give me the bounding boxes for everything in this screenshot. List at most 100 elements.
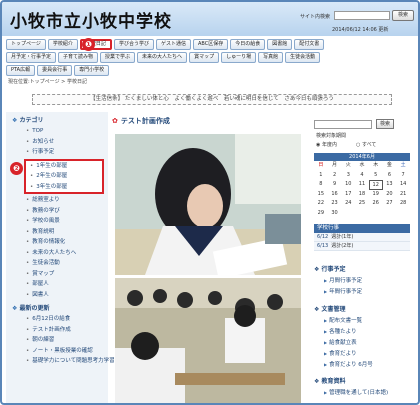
calendar-day[interactable]: 24 — [341, 199, 355, 209]
calendar-day[interactable]: 15 — [314, 190, 328, 200]
site-search-input[interactable] — [334, 11, 390, 20]
sidebar-link[interactable]: 教育の情報化 — [26, 237, 108, 248]
recent-link[interactable]: 6月12日の給食 — [26, 314, 108, 325]
nav-tab-learning[interactable]: 学び合う学び — [113, 39, 154, 50]
sidebar-link-grade-2[interactable]: 2年生の部屋 — [30, 171, 100, 182]
sidebar-link-top[interactable]: TOP — [26, 126, 108, 137]
nav-tab-abc[interactable]: ABC区保存 — [192, 39, 229, 50]
docs-link[interactable]: 給食献立表 — [324, 338, 357, 346]
edu-heading: ❖ 教育資料 — [314, 378, 346, 385]
docs-link[interactable]: 食育だより 6月号 — [324, 360, 373, 368]
breadcrumb[interactable]: 現在位置:トップページ > 学校日記 — [8, 78, 87, 85]
calendar-day[interactable]: 27 — [383, 199, 397, 209]
docs-link[interactable]: 食育だより — [324, 349, 356, 357]
nav-tab-top[interactable]: トップページ — [6, 39, 46, 50]
post-title[interactable]: テスト計画作成 — [121, 117, 170, 125]
nav-tab-documents[interactable]: 配付文書 — [294, 39, 325, 50]
nav-tab-monthly[interactable]: 月予定・行事予定 — [6, 52, 57, 63]
calendar-day[interactable]: 4 — [355, 171, 369, 181]
nav-tab-committee[interactable]: 委員会行事 — [37, 65, 73, 76]
calendar-day[interactable]: 3 — [341, 171, 355, 181]
sidebar-link[interactable]: 未来の大人たちへ — [26, 248, 108, 259]
diary-search-button[interactable]: 検索 — [376, 119, 394, 129]
calendar-day[interactable]: 8 — [314, 180, 328, 190]
nav-tab-student-council[interactable]: 生徒会活動 — [285, 52, 321, 63]
schedule-heading: ❖ 行事予定 — [314, 266, 346, 273]
event-date: 6/13 — [317, 243, 329, 249]
nav-tab-school-intro[interactable]: 学校紹介 — [47, 39, 78, 50]
calendar-day[interactable]: 26 — [369, 199, 383, 209]
sidebar-link-grade-1[interactable]: 1年生の部屋 — [30, 161, 100, 172]
site-title[interactable]: 小牧市立小牧中学校 — [10, 7, 172, 32]
recent-link[interactable]: テスト計画作成 — [26, 325, 108, 336]
docs-link[interactable]: 各種たより — [324, 327, 356, 335]
edu-link[interactable]: 管理職を通して(日本語) — [324, 388, 388, 396]
recent-link[interactable]: ノート・黒板授業の確認 — [26, 346, 108, 357]
sidebar-link[interactable]: 賞マップ — [26, 269, 108, 280]
schedule-link[interactable]: 年間行事予定 — [324, 287, 362, 295]
radio-year-label: 年度内 — [321, 142, 337, 148]
recent-link[interactable]: 朝の練習 — [26, 335, 108, 346]
calendar-day[interactable]: 13 — [383, 180, 397, 190]
calendar-day-today[interactable]: 12 — [368, 180, 383, 190]
docs-link[interactable]: 配布文書一覧 — [324, 316, 362, 324]
nav-row-3: PTA広報 委員会行事 専門小学校 — [6, 65, 416, 76]
calendar-day[interactable]: 28 — [396, 199, 410, 209]
nav-tab-elementary[interactable]: 専門小学校 — [74, 65, 110, 76]
flower-icon: ✿ — [112, 117, 118, 125]
calendar-day[interactable]: 23 — [328, 199, 342, 209]
event-row[interactable]: 6/13 週計(2年) — [314, 242, 410, 251]
calendar-day[interactable]: 18 — [355, 190, 369, 200]
weekday: 月 — [332, 162, 338, 168]
calendar-day[interactable]: 10 — [341, 180, 355, 190]
sidebar-link[interactable]: 総務室より — [26, 195, 108, 206]
sidebar-link[interactable]: 学校の風景 — [26, 216, 108, 227]
calendar-day[interactable]: 7 — [396, 171, 410, 181]
global-nav: トップページ 学校紹介 学校日記 学び合う学び ゲスト通信 ABC区保存 今日の… — [6, 39, 416, 78]
nav-tab-future[interactable]: 未来の大人たちへ — [137, 52, 188, 63]
calendar-day[interactable]: 1 — [314, 171, 328, 181]
calendar-day[interactable]: 14 — [396, 180, 410, 190]
nav-tab-pta[interactable]: PTA広報 — [6, 65, 36, 76]
calendar-day[interactable]: 17 — [341, 190, 355, 200]
sidebar-link[interactable]: 生徒会活動 — [26, 258, 108, 269]
calendar-day[interactable]: 6 — [383, 171, 397, 181]
nav-tab-map[interactable]: 賞マップ — [189, 52, 220, 63]
calendar-day[interactable]: 30 — [328, 209, 342, 219]
nav-tab-parenting[interactable]: 子育て読み物 — [58, 52, 99, 63]
page-frame: 小牧市立小牧中学校 サイト内検索 検索 2014/06/12 14:06 更新 … — [0, 0, 420, 405]
sidebar-link[interactable]: 教育説明 — [26, 227, 108, 238]
calendar-day[interactable]: 9 — [328, 180, 342, 190]
radio-year[interactable]: ◉ 年度内 — [316, 141, 337, 148]
nav-row-1: トップページ 学校紹介 学校日記 学び合う学び ゲスト通信 ABC区保存 今日の… — [6, 39, 416, 50]
calendar-day[interactable]: 22 — [314, 199, 328, 209]
schedule-link[interactable]: 月間行事予定 — [324, 276, 362, 284]
nav-tab-class[interactable]: 授業で学ぶ — [100, 52, 136, 63]
radio-all[interactable]: ○ すべて — [356, 141, 376, 148]
sidebar-link[interactable]: 図書人 — [26, 290, 108, 301]
calendar-day[interactable]: 20 — [383, 190, 397, 200]
sidebar-link-news[interactable]: お知らせ — [26, 137, 108, 148]
calendar-day[interactable]: 29 — [314, 209, 328, 219]
nav-tab-photos[interactable]: 写真館 — [258, 52, 284, 63]
calendar-day[interactable]: 5 — [369, 171, 383, 181]
recent-link[interactable]: 基礎学力について問題思考力学習を — [26, 356, 120, 367]
calendar-day[interactable]: 2 — [328, 171, 342, 181]
sidebar-link-grade-3[interactable]: 3年生の部屋 — [30, 182, 100, 193]
nav-tab-library[interactable]: 図書館 — [267, 39, 293, 50]
nav-tab-lunch[interactable]: 今日の給食 — [230, 39, 266, 50]
calendar-day[interactable]: 25 — [355, 199, 369, 209]
sidebar-link[interactable]: 部屋人 — [26, 279, 108, 290]
nav-tab-shuriba[interactable]: しゅーり場 — [221, 52, 257, 63]
edu-title: 教育資料 — [321, 378, 346, 385]
site-search-button[interactable]: 検索 — [392, 10, 414, 21]
sidebar-link-events[interactable]: 行事予定 — [26, 147, 108, 158]
diary-search-input[interactable] — [314, 120, 372, 129]
sidebar-link[interactable]: 教務の学び — [26, 206, 108, 217]
calendar-day[interactable]: 21 — [396, 190, 410, 200]
calendar-day[interactable]: 16 — [328, 190, 342, 200]
event-row[interactable]: 6/12 週計(1年) — [314, 233, 410, 242]
nav-tab-guest[interactable]: ゲスト通信 — [155, 39, 191, 50]
calendar-day[interactable]: 19 — [369, 190, 383, 200]
calendar-day[interactable]: 11 — [355, 180, 369, 190]
